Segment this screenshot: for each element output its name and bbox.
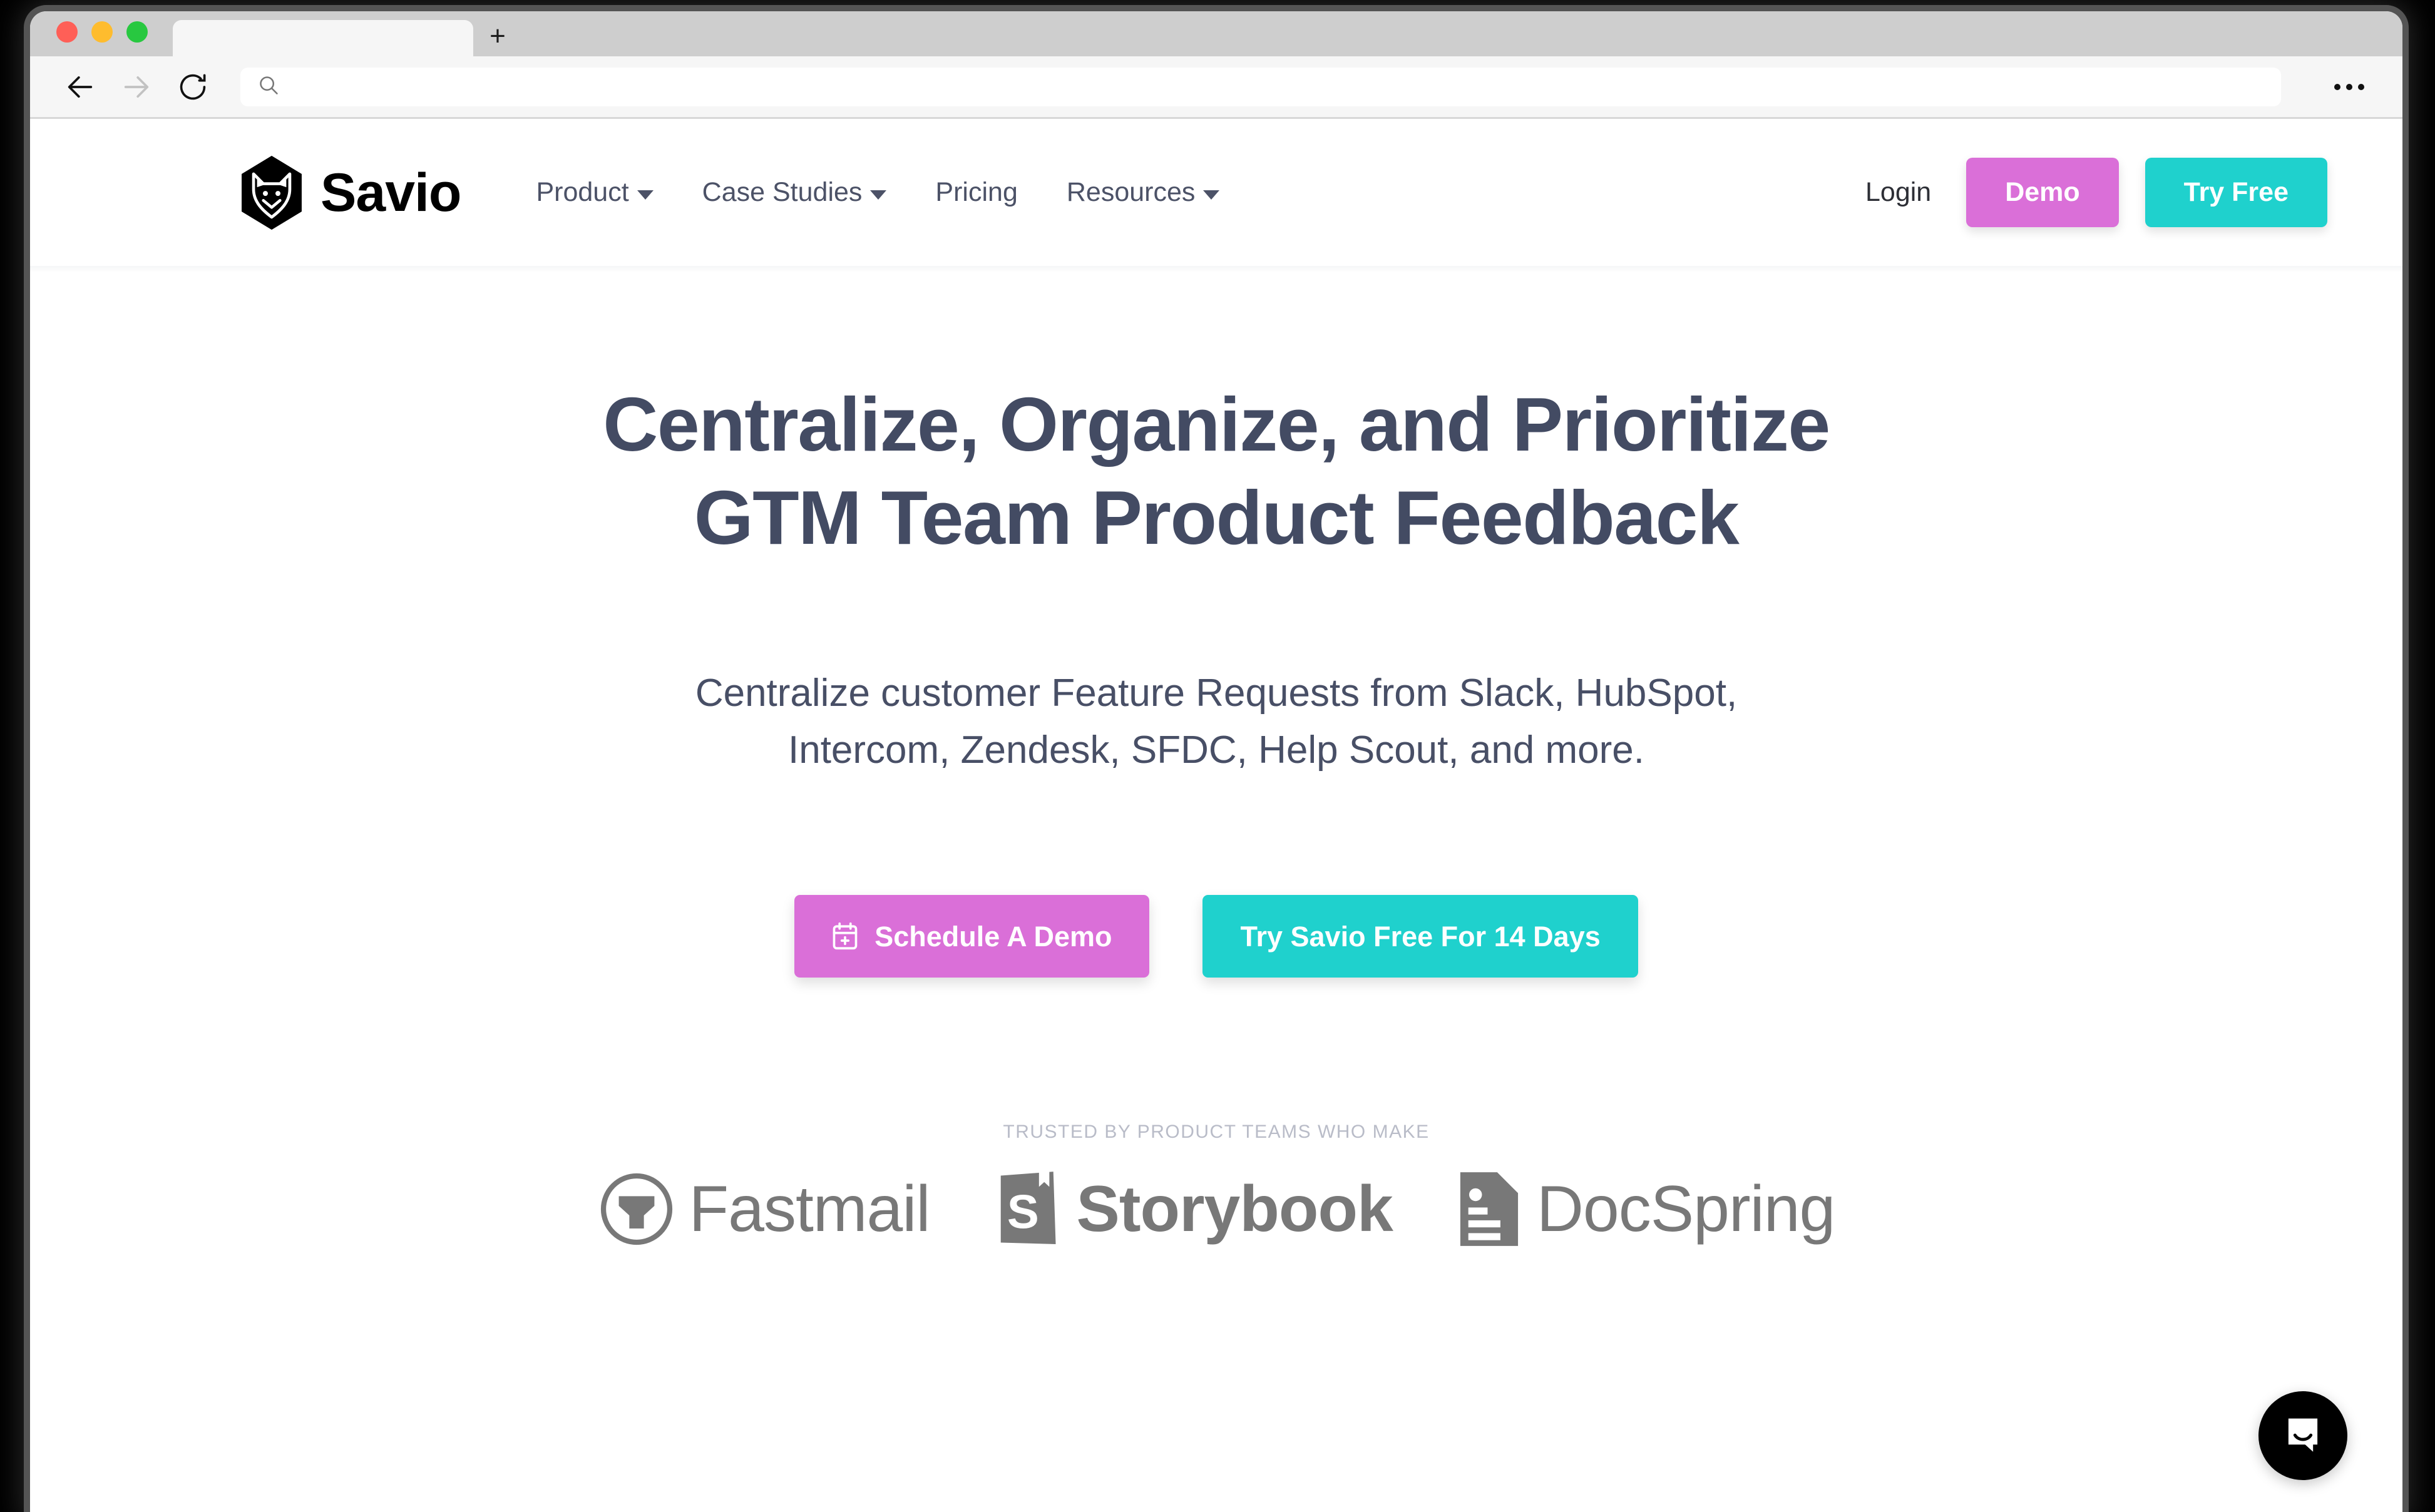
trusted-by-label: TRUSTED BY PRODUCT TEAMS WHO MAKE — [1003, 1121, 1430, 1143]
minimize-window-button[interactable] — [91, 21, 113, 43]
browser-tab-strip: + — [30, 11, 2402, 56]
cta-label: Try Savio Free For 14 Days — [1240, 920, 1601, 953]
client-name: DocSpring — [1536, 1173, 1836, 1246]
menu-dot — [2346, 83, 2352, 90]
menu-dot — [2358, 83, 2364, 90]
cta-label: Schedule A Demo — [874, 920, 1112, 953]
search-icon — [257, 73, 280, 100]
brand-logo-link[interactable]: Savio — [237, 155, 461, 230]
nav-item-case-studies[interactable]: Case Studies — [702, 177, 887, 208]
hero-subtitle-line-1: Centralize customer Feature Requests fro… — [695, 671, 1738, 715]
forward-arrow-icon[interactable] — [119, 69, 154, 105]
nav-label: Resources — [1066, 177, 1196, 207]
nav-label: Case Studies — [702, 177, 863, 207]
menu-dot — [2334, 83, 2340, 90]
docspring-document-icon — [1455, 1169, 1523, 1249]
fox-head-logo-icon — [237, 155, 307, 230]
browser-menu-button[interactable] — [2321, 83, 2377, 90]
desktop-background: + Savio Product Case Studies Pricing Res… — [0, 0, 2435, 1512]
nav-item-product[interactable]: Product — [536, 177, 654, 208]
browser-window: + Savio Product Case Studies Pricing Res… — [30, 11, 2402, 1512]
chat-bubble-icon — [2280, 1411, 2326, 1461]
client-logo-docspring: DocSpring — [1455, 1169, 1835, 1249]
svg-text:S: S — [1007, 1186, 1038, 1239]
url-bar[interactable] — [240, 67, 2281, 106]
chevron-down-icon — [870, 190, 887, 200]
main-navigation: Product Case Studies Pricing Resources — [536, 177, 1220, 208]
chevron-down-icon — [1203, 190, 1220, 200]
client-logo-storybook: S Storybook — [993, 1169, 1393, 1249]
brand-name: Savio — [320, 162, 461, 223]
new-tab-button[interactable]: + — [473, 20, 522, 56]
try-free-button[interactable]: Try Free — [2145, 158, 2327, 227]
window-controls — [30, 21, 167, 56]
nav-label: Pricing — [935, 177, 1018, 207]
nav-item-resources[interactable]: Resources — [1067, 177, 1220, 208]
hero-section: Centralize, Organize, and Prioritize GTM… — [30, 272, 2402, 978]
nav-item-pricing[interactable]: Pricing — [935, 177, 1017, 208]
browser-toolbar — [30, 56, 2402, 119]
trusted-by-section: TRUSTED BY PRODUCT TEAMS WHO MAKE Fastma… — [30, 1121, 2402, 1249]
nav-label: Product — [536, 177, 629, 207]
fastmail-envelope-icon — [598, 1170, 675, 1248]
client-logo-row: Fastmail S Storybook DocSpring — [30, 1169, 2402, 1249]
page-title: Centralize, Organize, and Prioritize GTM… — [277, 378, 2155, 564]
intercom-chat-launcher[interactable] — [2258, 1391, 2347, 1480]
reload-icon[interactable] — [175, 69, 210, 105]
close-window-button[interactable] — [56, 21, 78, 43]
header-divider — [30, 266, 2402, 272]
schedule-a-demo-button[interactable]: Schedule A Demo — [794, 895, 1150, 978]
site-header: Savio Product Case Studies Pricing Resou… — [30, 119, 2402, 266]
back-arrow-icon[interactable] — [63, 69, 98, 105]
calendar-icon — [832, 922, 858, 951]
client-name: Storybook — [1076, 1173, 1393, 1246]
maximize-window-button[interactable] — [126, 21, 148, 43]
demo-button[interactable]: Demo — [1966, 158, 2119, 227]
header-actions: Login Demo Try Free — [1865, 158, 2327, 227]
page-viewport: Savio Product Case Studies Pricing Resou… — [30, 119, 2402, 1510]
storybook-book-icon: S — [993, 1169, 1063, 1249]
hero-cta-group: Schedule A Demo Try Savio Free For 14 Da… — [30, 895, 2402, 978]
client-logo-fastmail: Fastmail — [598, 1170, 931, 1248]
client-name: Fastmail — [689, 1173, 931, 1246]
try-savio-free-button[interactable]: Try Savio Free For 14 Days — [1202, 895, 1638, 978]
login-link[interactable]: Login — [1865, 177, 1940, 208]
hero-title-line-1: Centralize, Organize, and Prioritize — [603, 382, 1830, 467]
hero-subtitle-line-2: Intercom, Zendesk, SFDC, Help Scout, and… — [788, 728, 1644, 772]
browser-tab[interactable] — [173, 20, 473, 56]
hero-subtitle: Centralize customer Feature Requests fro… — [509, 665, 1924, 780]
hero-title-line-2: GTM Team Product Feedback — [694, 474, 1740, 560]
chevron-down-icon — [637, 190, 654, 200]
